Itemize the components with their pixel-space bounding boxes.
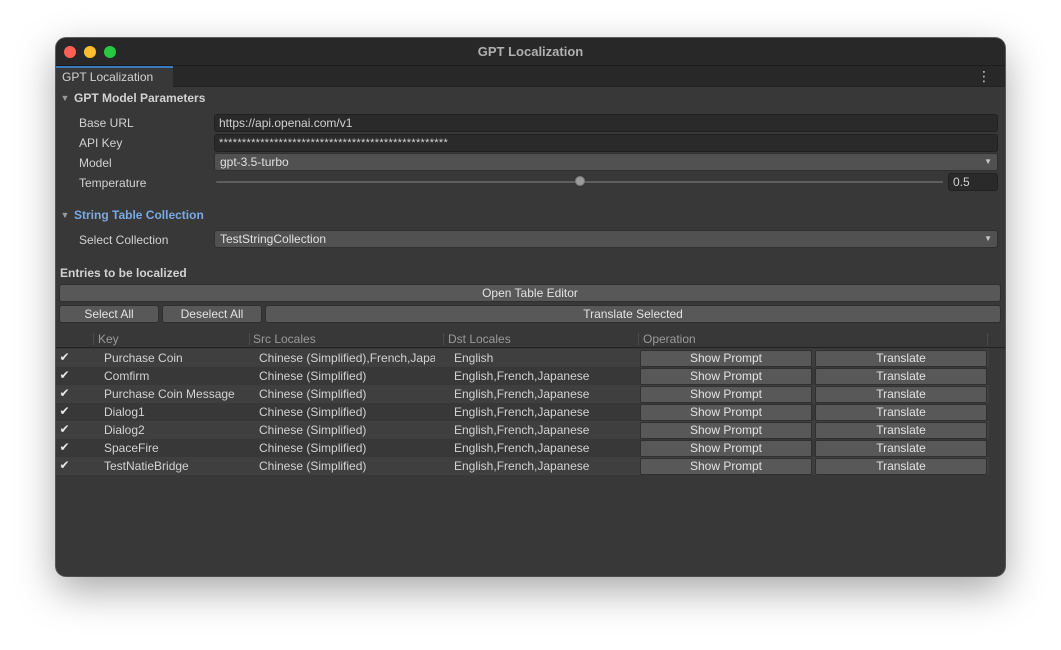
show-prompt-button[interactable]: Show Prompt [640,404,812,421]
row-key: Purchase Coin Message [104,387,235,401]
section-title: GPT Model Parameters [74,91,206,105]
row-checkbox[interactable]: ✔ [58,369,71,382]
row-dst-locales: English,French,Japanese [454,423,590,437]
row-src-locales: Chinese (Simplified) [259,423,367,437]
table-row: ✔ Purchase Coin Chinese (Simplified),Frenc… [56,349,989,367]
row-checkbox[interactable]: ✔ [58,423,71,436]
deselect-all-button[interactable]: Deselect All [162,305,262,323]
row-checkbox[interactable]: ✔ [58,351,71,364]
translate-button[interactable]: Translate [815,404,987,421]
more-options-icon[interactable]: ⋮ [977,68,991,84]
column-separator[interactable] [93,333,94,345]
row-key: Comfirm [104,369,150,383]
translate-selected-button[interactable]: Translate Selected [265,305,1001,323]
row-key: Dialog2 [104,423,145,437]
section-gpt-model-parameters[interactable]: ▼ GPT Model Parameters [60,91,206,105]
base-url-label: Base URL [79,116,134,130]
column-header-operation[interactable]: Operation [643,332,696,346]
minimize-window-icon[interactable] [84,46,96,58]
column-separator[interactable] [638,333,639,345]
row-checkbox[interactable]: ✔ [58,405,71,418]
table-row: ✔ SpaceFire Chinese (Simplified) English,Fr… [56,439,989,457]
row-checkbox[interactable]: ✔ [58,387,71,400]
table-row: ✔ Purchase Coin Message Chinese (Simplifie… [56,385,989,403]
api-key-field[interactable]: ****************************************… [214,134,998,152]
base-url-field[interactable]: https://api.openai.com/v1 [214,114,998,132]
window-controls [64,46,116,58]
table-row: ✔ Comfirm Chinese (Simplified) English,Fren… [56,367,989,385]
collection-selected-value: TestStringCollection [220,232,327,246]
translate-button[interactable]: Translate [815,422,987,439]
foldout-expanded-icon: ▼ [60,93,70,103]
select-all-button[interactable]: Select All [59,305,159,323]
show-prompt-button[interactable]: Show Prompt [640,386,812,403]
tab-gpt-localization[interactable]: GPT Localization [56,66,173,87]
temperature-slider-handle[interactable] [574,176,585,186]
row-key: TestNatieBridge [104,459,189,473]
row-key: SpaceFire [104,441,159,455]
table-row: ✔ TestNatieBridge Chinese (Simplified) Engl… [56,457,989,475]
row-dst-locales: English,French,Japanese [454,369,590,383]
row-dst-locales: English,French,Japanese [454,387,590,401]
column-separator[interactable] [249,333,250,345]
row-dst-locales: English,French,Japanese [454,405,590,419]
table-row: ✔ Dialog2 Chinese (Simplified) English,Fren… [56,421,989,439]
tab-bar: GPT Localization ⋮ [56,66,1005,87]
row-src-locales: Chinese (Simplified) [259,369,367,383]
temperature-field[interactable]: 0.5 [948,173,998,191]
row-key: Purchase Coin [104,351,183,365]
model-label: Model [79,156,112,170]
show-prompt-button[interactable]: Show Prompt [640,350,812,367]
column-separator[interactable] [987,333,988,345]
table-row: ✔ Dialog1 Chinese (Simplified) English,Fren… [56,403,989,421]
translate-button[interactable]: Translate [815,350,987,367]
chevron-down-icon: ▼ [984,157,992,166]
row-checkbox[interactable]: ✔ [58,459,71,472]
api-key-label: API Key [79,136,123,150]
row-checkbox[interactable]: ✔ [58,441,71,454]
show-prompt-button[interactable]: Show Prompt [640,368,812,385]
row-key: Dialog1 [104,405,145,419]
chevron-down-icon: ▼ [984,234,992,243]
show-prompt-button[interactable]: Show Prompt [640,440,812,457]
section-string-table-collection[interactable]: ▼ String Table Collection [60,208,204,222]
row-src-locales: Chinese (Simplified) [259,405,367,419]
column-header-key[interactable]: Key [98,332,119,346]
temperature-label: Temperature [79,176,147,190]
column-header-src-locales[interactable]: Src Locales [253,332,316,346]
row-src-locales: Chinese (Simplified) [259,441,367,455]
close-window-icon[interactable] [64,46,76,58]
entries-heading: Entries to be localized [60,266,187,280]
model-dropdown[interactable]: gpt-3.5-turbo ▼ [214,153,998,171]
column-separator[interactable] [443,333,444,345]
row-dst-locales: English,French,Japanese [454,441,590,455]
show-prompt-button[interactable]: Show Prompt [640,458,812,475]
open-table-editor-button[interactable]: Open Table Editor [59,284,1001,302]
model-selected-value: gpt-3.5-turbo [220,155,289,169]
column-header-dst-locales[interactable]: Dst Locales [448,332,511,346]
section-title: String Table Collection [74,208,204,222]
foldout-expanded-icon: ▼ [60,210,70,220]
title-bar: GPT Localization [56,38,1005,66]
select-collection-label: Select Collection [79,233,169,247]
window-title: GPT Localization [477,44,584,59]
translate-button[interactable]: Translate [815,440,987,457]
show-prompt-button[interactable]: Show Prompt [640,422,812,439]
collection-dropdown[interactable]: TestStringCollection ▼ [214,230,998,248]
table-header: Key Src Locales Dst Locales Operation [56,330,1005,348]
editor-window: GPT Localization GPT Localization ⋮ ▼ GP… [56,38,1005,576]
row-dst-locales: English,French,Japanese [454,459,590,473]
row-src-locales: Chinese (Simplified) [259,387,367,401]
translate-button[interactable]: Translate [815,386,987,403]
translate-button[interactable]: Translate [815,368,987,385]
row-src-locales: Chinese (Simplified) [259,459,367,473]
row-dst-locales: English [454,351,494,365]
translate-button[interactable]: Translate [815,458,987,475]
row-src-locales: Chinese (Simplified),French,Japanese [259,351,435,365]
maximize-window-icon[interactable] [104,46,116,58]
